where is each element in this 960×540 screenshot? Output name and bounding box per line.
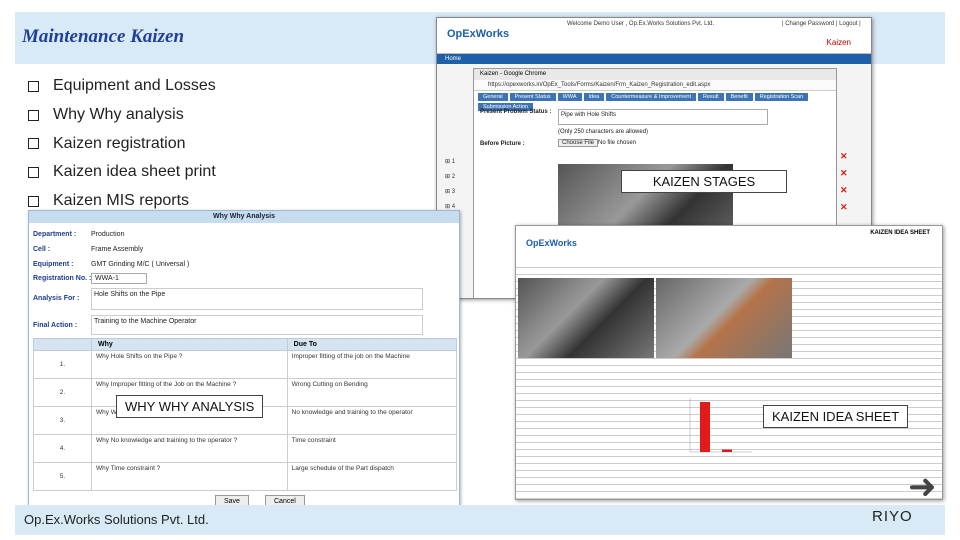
field-label: Equipment : [33,261,74,268]
equipment-value: GMT Grinding M/C ( Universal ) [91,261,190,268]
brand-name: RIYO [872,508,913,525]
delete-icon[interactable]: ✕ [840,168,848,179]
row-number: 2. [33,378,92,407]
bullet-list: Equipment and Losses Why Why analysis Ka… [28,72,216,215]
bullet-item: Equipment and Losses [28,72,216,101]
field-label: Registration No. : [33,275,92,282]
module-name: Kaizen [826,38,851,47]
due-cell[interactable]: Time constraint [286,434,458,463]
before-picture-label: Before Picture : [480,141,525,147]
idea-sheet-logo: OpExWorks [526,238,577,248]
checkbox-bullet-icon [28,166,39,178]
due-cell[interactable]: Large schedule of the Part dispatch [286,462,458,491]
idea-sheet-title: KAIZEN IDEA SHEET [870,230,930,236]
table-row: 4. Why No knowledge and training to the o… [33,434,458,463]
col-due-to: Due To [286,338,458,351]
tab-registration-scan[interactable]: Registration Scan [754,93,809,101]
cell-value: Frame Assembly [91,246,144,253]
department-value: Production [91,231,125,238]
tab-countermeasure[interactable]: Countermeasure & Improvement [606,93,697,101]
list-item[interactable]: ⊞ 2 [445,173,455,188]
kaizen-stages-label: KAIZEN STAGES [621,170,787,193]
col-why: Why [91,338,288,351]
why-cell[interactable]: Why No knowledge and training to the ope… [91,434,288,463]
problem-label: Present Problem Status : [480,109,552,115]
due-cell[interactable]: Wrong Cutting on Bending [286,378,458,407]
final-action-input[interactable]: Training to the Machine Operator [91,315,423,335]
checkbox-bullet-icon [28,138,39,150]
choose-file-button[interactable]: Choose File [558,139,599,147]
kaizen-idea-sheet: OpExWorks KAIZEN IDEA SHEET [515,225,943,500]
company-name: Op.Ex.Works Solutions Pvt. Ltd. [24,512,209,527]
after-photo [656,278,792,358]
delete-icon[interactable]: ✕ [840,151,848,162]
bullet-text: Kaizen idea sheet print [53,163,216,181]
chart-bar-before [700,402,710,452]
char-hint: (Only 250 characters are allowed) [558,129,649,135]
nav-home[interactable]: Home [445,56,461,62]
row-number: 3. [33,406,92,435]
app-header: OpExWorks Welcome Demo User , Op.Ex.Work… [437,18,871,54]
popup-title: Kaizen - Google Chrome [474,69,836,80]
slide-title: Maintenance Kaizen [22,26,185,47]
checkbox-bullet-icon [28,80,39,92]
welcome-text: Welcome Demo User , Op.Ex.Works Solution… [567,21,715,27]
analysis-for-input[interactable]: Hole Shifts on the Pipe [91,288,423,310]
problem-input[interactable]: Pipe with Hole Shifts [558,109,768,125]
tab-benefit[interactable]: Benefit [725,93,753,101]
col-blank [33,338,92,351]
field-label: Cell : [33,246,51,253]
table-row: 1. Why Hole Shifts on the Pipe ? Improper … [33,350,458,379]
delete-icon[interactable]: ✕ [840,202,848,213]
table-row: 5. Why Time constraint ? Large schedule of… [33,462,458,491]
row-number: 1. [33,350,92,379]
form-heading: Why Why Analysis [29,211,459,223]
tab-result[interactable]: Result [698,93,724,101]
why-why-form: Why Why Analysis Department : Production… [28,210,460,510]
url-bar[interactable]: https://opexworks.in/OpEx_Tools/Forms/Ka… [474,80,836,91]
bullet-text: Why Why analysis [53,106,184,124]
opexworks-logo: OpExWorks [447,28,510,40]
file-status: No file chosen [598,140,637,146]
bullet-item: Why Why analysis [28,101,216,130]
bullet-text: Equipment and Losses [53,77,216,95]
before-photo [518,278,654,358]
bullet-item: Kaizen registration [28,129,216,158]
nav-bar: Home [437,54,871,64]
due-cell[interactable]: Improper fitting of the job on the Machi… [286,350,458,379]
why-why-analysis-label: WHY WHY ANALYSIS [116,395,264,418]
bullet-text: Kaizen MIS reports [53,192,190,210]
registration-input[interactable]: WWA-1 [91,273,147,284]
row-number: 5. [33,462,92,491]
due-cell[interactable]: No knowledge and training to the operato… [286,406,458,435]
tab-general[interactable]: General [478,93,508,101]
result-bar-chart [689,398,752,453]
tab-present-status[interactable]: Present Status [509,93,556,101]
bullet-item: Kaizen idea sheet print [28,158,216,187]
account-links[interactable]: | Change Password | Logout | [782,21,861,27]
bullet-text: Kaizen registration [53,134,186,152]
field-label: Final Action : [33,322,78,329]
checkbox-bullet-icon [28,195,39,207]
field-label: Analysis For : [33,295,80,302]
chart-bar-after [722,449,732,452]
slide: Maintenance Kaizen Equipment and Losses … [0,0,960,540]
list-item[interactable]: ⊞ 1 [445,158,455,173]
next-arrow-icon[interactable]: ➜ [908,470,937,504]
list-item[interactable]: ⊞ 3 [445,188,455,203]
why-cell[interactable]: Why Hole Shifts on the Pipe ? [91,350,288,379]
why-cell[interactable]: Why Time constraint ? [91,462,288,491]
field-label: Department : [33,231,77,238]
delete-icon[interactable]: ✕ [840,185,848,196]
tab-idea[interactable]: Idea [583,93,605,101]
checkbox-bullet-icon [28,109,39,121]
tab-wwa[interactable]: WWA [557,93,582,101]
row-number: 4. [33,434,92,463]
kaizen-idea-sheet-label: KAIZEN IDEA SHEET [763,405,909,428]
